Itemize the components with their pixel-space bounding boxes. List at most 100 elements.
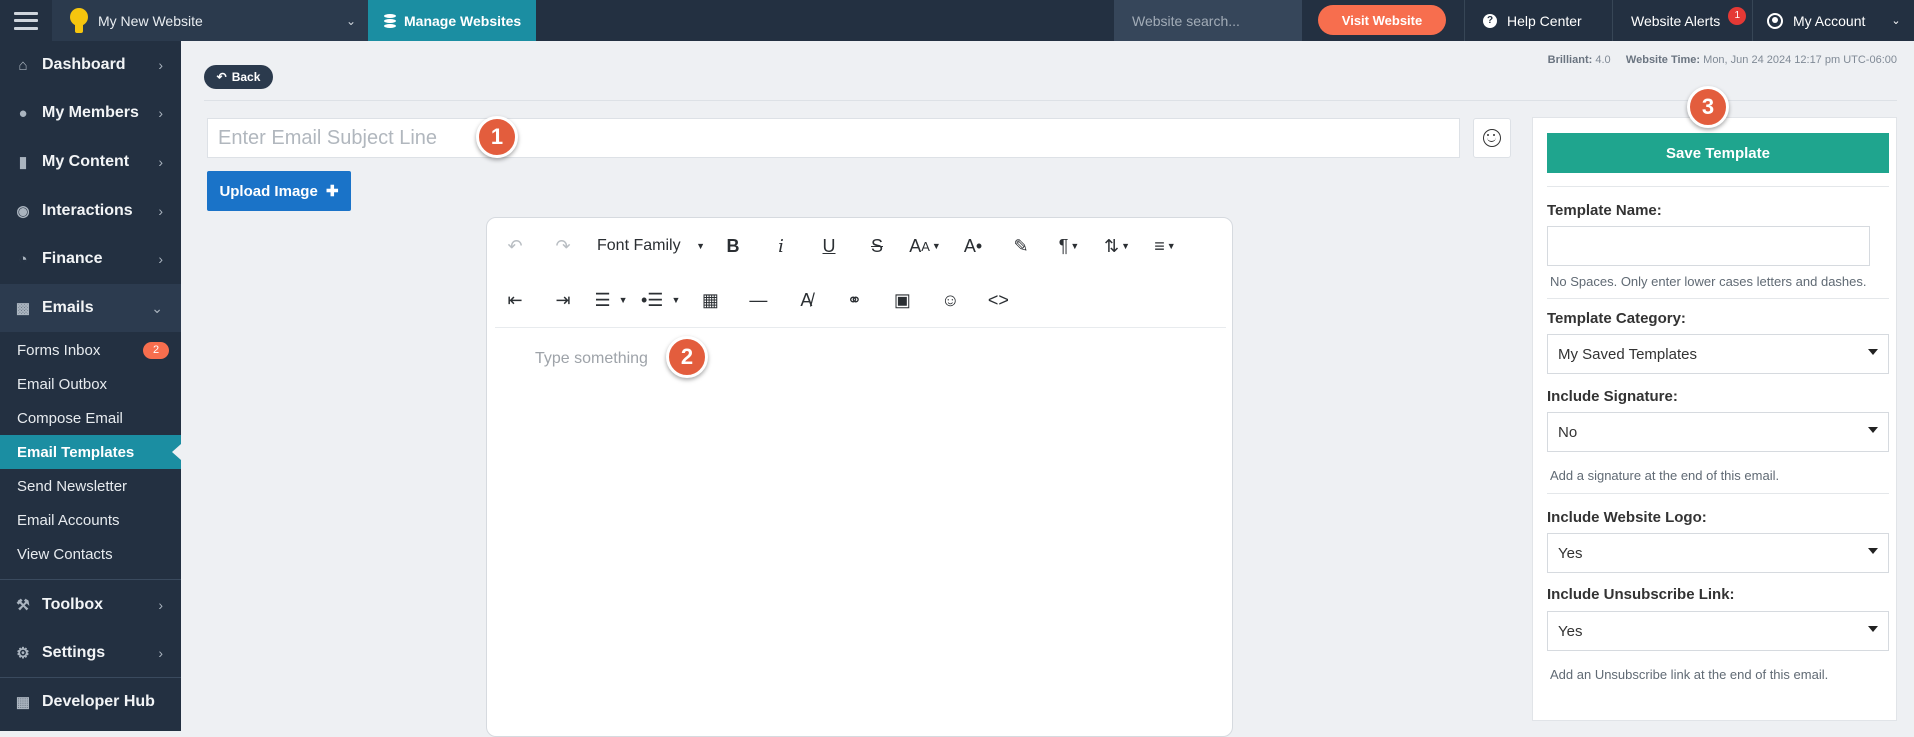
sidebar-item-label: My Members (42, 104, 139, 121)
lightbulb-icon (70, 7, 88, 34)
sidebar-item-email-outbox[interactable]: Email Outbox (0, 367, 181, 401)
save-template-button[interactable]: Save Template (1547, 133, 1889, 173)
sidebar-item-label: Toolbox (42, 596, 104, 613)
panel-divider (1547, 493, 1889, 494)
template-name-label: Template Name: (1547, 202, 1662, 219)
sidebar-item-dashboard[interactable]: ⌂ Dashboard › (0, 41, 181, 89)
clear-formatting-icon[interactable]: A̸ (788, 284, 824, 316)
chevron-right-icon: › (158, 645, 163, 661)
sidebar-item-view-contacts[interactable]: View Contacts (0, 537, 181, 571)
my-account-menu[interactable]: My Account ⌄ (1752, 0, 1914, 41)
users-icon: ● (18, 104, 28, 122)
sidebar-item-settings[interactable]: ⚙ Settings › (0, 629, 181, 677)
highlighter-icon[interactable]: ✎ (1003, 230, 1039, 262)
chevron-right-icon: › (158, 597, 163, 613)
question-icon: ? (1483, 13, 1497, 28)
undo-icon[interactable]: ↶ (497, 230, 533, 262)
help-center-link[interactable]: ? Help Center (1464, 0, 1612, 41)
include-unsubscribe-value: Yes (1558, 622, 1583, 640)
caret-down-icon (1868, 427, 1878, 433)
strikethrough-icon[interactable]: S (859, 230, 895, 262)
font-size-icon[interactable]: A A ▼ (907, 230, 943, 262)
alerts-count-badge: 1 (1728, 6, 1747, 25)
sidebar-item-send-newsletter[interactable]: Send Newsletter (0, 469, 181, 503)
manage-websites-button[interactable]: Manage Websites (368, 0, 536, 41)
website-alerts-label: Website Alerts (1631, 12, 1721, 29)
chat-icon: ◉ (16, 203, 30, 220)
font-family-dropdown[interactable]: Font Family ▼ (593, 230, 709, 262)
website-alerts-link[interactable]: Website Alerts 1 (1612, 0, 1752, 41)
sidebar-item-label: My Content (42, 153, 130, 170)
top-bar: My New Website ⌄ Manage Websites Visit W… (0, 0, 1914, 41)
chevron-right-icon: › (158, 105, 163, 121)
include-logo-label: Include Website Logo: (1547, 509, 1707, 526)
include-unsubscribe-label: Include Unsubscribe Link: (1547, 586, 1735, 603)
include-unsubscribe-select[interactable]: Yes (1547, 611, 1889, 651)
ordered-list-icon[interactable]: ☰ ▼ (593, 284, 629, 316)
sidebar-item-label: Dashboard (42, 56, 126, 73)
sidebar-divider (0, 579, 181, 580)
underline-icon[interactable]: U (811, 230, 847, 262)
annotation-marker-2: 2 (666, 336, 708, 378)
line-height-icon[interactable]: ⇅ ▼ (1099, 230, 1135, 262)
include-signature-select[interactable]: No (1547, 412, 1889, 452)
sidebar-item-label: Emails (42, 299, 94, 316)
hamburger-icon (14, 11, 38, 30)
sidebar-item-my-members[interactable]: ● My Members › (0, 89, 181, 137)
sidebar-item-finance[interactable]: ◔ Finance › (0, 235, 181, 283)
sidebar-item-email-accounts[interactable]: Email Accounts (0, 503, 181, 537)
help-center-label: Help Center (1507, 12, 1582, 29)
panel-divider (1547, 298, 1889, 299)
link-icon[interactable]: ⚭ (836, 284, 872, 316)
sidebar-item-my-content[interactable]: ▮ My Content › (0, 138, 181, 186)
table-icon[interactable]: ▦ (692, 284, 728, 316)
sidebar-item-forms-inbox[interactable]: Forms Inbox 2 (0, 333, 181, 367)
unordered-list-icon[interactable]: •☰ ▼ (641, 284, 680, 316)
smiley-icon (1483, 129, 1501, 147)
subject-emoji-button[interactable] (1473, 118, 1511, 158)
chevron-down-icon: ⌄ (345, 14, 356, 28)
sidebar-item-toolbox[interactable]: ⚒ Toolbox › (0, 581, 181, 629)
chevron-right-icon: › (158, 203, 163, 219)
sidebar-item-label: Send Newsletter (17, 477, 128, 495)
sidebar-item-emails[interactable]: ▩ Emails ⌄ (0, 284, 181, 332)
back-button[interactable]: ↶ Back (204, 65, 273, 89)
paragraph-format-icon[interactable]: ¶ ▼ (1051, 230, 1087, 262)
sidebar-item-email-templates[interactable]: Email Templates (0, 435, 181, 469)
sidebar-item-interactions[interactable]: ◉ Interactions › (0, 187, 181, 235)
upload-image-button[interactable]: Upload Image ✚ (207, 171, 351, 211)
website-selector[interactable]: My New Website ⌄ (52, 0, 368, 41)
sidebar-item-compose-email[interactable]: Compose Email (0, 401, 181, 435)
indent-icon[interactable]: ⇥ (545, 284, 581, 316)
horizontal-line-icon[interactable]: — (740, 284, 776, 316)
editor-body-placeholder[interactable]: Type something (535, 350, 648, 368)
text-color-icon[interactable]: A• (955, 230, 991, 262)
sidebar-item-label: Forms Inbox (17, 341, 101, 359)
code-view-icon[interactable]: <> (980, 284, 1016, 316)
include-logo-select[interactable]: Yes (1547, 533, 1889, 573)
redo-icon[interactable]: ↷ (545, 230, 581, 262)
template-category-value: My Saved Templates (1558, 345, 1697, 363)
sidebar-item-label: View Contacts (17, 545, 113, 563)
italic-icon[interactable]: i (763, 230, 799, 262)
sidebar-item-developer-hub[interactable]: ▦ Developer Hub (0, 678, 181, 726)
template-name-input[interactable] (1547, 226, 1870, 266)
emoji-icon[interactable]: ☺ (932, 284, 968, 316)
chevron-right-icon: › (158, 251, 163, 267)
menu-toggle-button[interactable] (0, 0, 52, 41)
template-category-select[interactable]: My Saved Templates (1547, 334, 1889, 374)
user-circle-icon (1767, 12, 1783, 29)
email-subject-input[interactable] (207, 118, 1460, 158)
manage-websites-label: Manage Websites (404, 12, 522, 29)
website-search-input[interactable] (1114, 0, 1302, 41)
bold-icon[interactable]: B (715, 230, 751, 262)
website-meta: Brilliant: 4.0 Website Time: Mon, Jun 24… (1548, 54, 1897, 66)
caret-down-icon (1868, 349, 1878, 355)
outdent-icon[interactable]: ⇤ (497, 284, 533, 316)
visit-website-button[interactable]: Visit Website (1318, 5, 1446, 35)
sidebar-item-label: Compose Email (17, 409, 123, 427)
image-icon[interactable]: ▣ (884, 284, 920, 316)
website-time-label: Website Time: (1625, 54, 1701, 66)
sidebar: ⌂ Dashboard › ● My Members › ▮ My Conten… (0, 41, 181, 731)
align-icon[interactable]: ≡ ▼ (1147, 230, 1183, 262)
